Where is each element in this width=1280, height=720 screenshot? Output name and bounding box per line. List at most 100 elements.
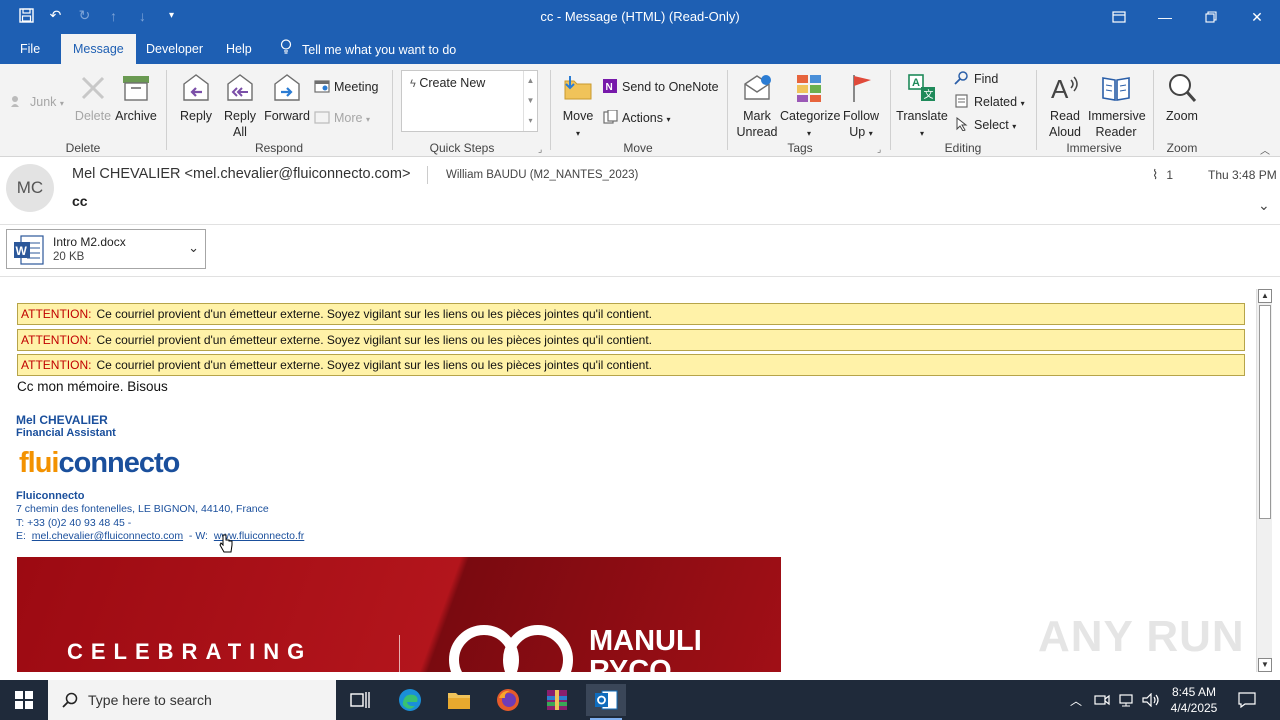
group-separator bbox=[166, 70, 167, 150]
signature-contact: E: mel.chevalier@fluiconnecto.com - W: w… bbox=[16, 530, 304, 542]
ribbon-display-options-icon[interactable] bbox=[1096, 0, 1142, 34]
svg-text:A: A bbox=[912, 77, 920, 89]
signature-company: Fluiconnecto bbox=[16, 490, 85, 502]
reply-button[interactable]: Reply bbox=[176, 72, 216, 124]
firefox-icon[interactable] bbox=[488, 684, 528, 716]
more-respond-button[interactable]: More ▾ bbox=[314, 110, 370, 128]
related-button[interactable]: Related ▾ bbox=[954, 94, 1025, 112]
quick-step-create-label: Create New bbox=[419, 76, 486, 90]
meet-now-icon[interactable] bbox=[1094, 680, 1110, 720]
sender[interactable]: Mel CHEVALIER <mel.chevalier@fluiconnect… bbox=[72, 166, 410, 182]
archive-button[interactable]: Archive bbox=[114, 72, 158, 124]
follow-up-label-2: Up bbox=[849, 125, 866, 139]
system-clock[interactable]: 8:45 AM 4/4/2025 bbox=[1168, 684, 1220, 716]
svg-text:文: 文 bbox=[924, 88, 934, 101]
expand-header-chevron-icon[interactable]: ⌄ bbox=[1258, 197, 1270, 214]
reply-label: Reply bbox=[180, 109, 212, 123]
hand-cursor-icon bbox=[219, 534, 233, 553]
zoom-button[interactable]: Zoom bbox=[1162, 72, 1202, 124]
scrollbar-thumb[interactable] bbox=[1259, 305, 1271, 519]
meeting-icon bbox=[314, 79, 330, 93]
select-button[interactable]: Select ▾ bbox=[954, 116, 1016, 135]
taskbar-search-box[interactable]: Type here to search bbox=[48, 680, 336, 720]
taskbar: Type here to search ︿ 8:45 AM 4/4/2025 bbox=[0, 680, 1280, 720]
tell-me-search[interactable]: Tell me what you want to do bbox=[280, 34, 456, 64]
scroll-up-icon[interactable]: ▲ bbox=[1258, 289, 1272, 303]
delete-label: Delete bbox=[74, 109, 112, 123]
quick-steps-launcher-icon[interactable]: ⌟ bbox=[538, 144, 542, 155]
categorize-label: Categorize bbox=[780, 109, 841, 123]
translate-icon: A文 bbox=[908, 74, 935, 101]
notifications-icon[interactable] bbox=[1238, 680, 1256, 720]
find-label: Find bbox=[974, 72, 999, 86]
follow-up-label-1: Follow bbox=[842, 109, 880, 123]
move-button[interactable]: Move ▾ bbox=[558, 72, 598, 142]
actions-button[interactable]: Actions ▾ bbox=[602, 109, 671, 128]
tags-launcher-icon[interactable]: ⌟ bbox=[877, 144, 881, 155]
logo-part-b: connecto bbox=[58, 447, 181, 479]
reply-all-label-2: All bbox=[233, 125, 247, 139]
attention-label: ATTENTION: bbox=[21, 358, 92, 372]
message-header: MC Mel CHEVALIER <mel.chevalier@fluiconn… bbox=[0, 157, 1280, 224]
windows-start-icon[interactable] bbox=[0, 680, 48, 720]
network-icon[interactable] bbox=[1118, 680, 1134, 720]
read-aloud-icon: A bbox=[1051, 74, 1078, 104]
web-prefix: - W: bbox=[188, 530, 208, 542]
show-hidden-icons-icon[interactable]: ︿ bbox=[1070, 680, 1082, 720]
lightbulb-icon bbox=[280, 34, 294, 64]
vertical-scrollbar[interactable]: ▲ ▼ bbox=[1256, 289, 1272, 672]
restore-icon[interactable] bbox=[1188, 0, 1234, 34]
close-icon[interactable]: ✕ bbox=[1234, 0, 1280, 34]
winrar-icon[interactable] bbox=[537, 684, 577, 716]
follow-up-button[interactable]: Follow Up ▾ bbox=[840, 72, 882, 142]
minimize-icon[interactable]: — bbox=[1142, 0, 1188, 34]
find-button[interactable]: Find bbox=[954, 71, 998, 87]
move-label: Move bbox=[562, 109, 594, 123]
group-separator bbox=[1036, 70, 1037, 150]
outlook-taskbar-icon[interactable] bbox=[586, 684, 626, 720]
tab-developer[interactable]: Developer bbox=[146, 34, 203, 64]
attention-label: ATTENTION: bbox=[21, 307, 92, 321]
reply-all-button[interactable]: Reply All bbox=[218, 72, 262, 140]
attachment-dropdown-chevron-icon[interactable]: ⌄ bbox=[188, 240, 199, 256]
svg-text:A: A bbox=[1051, 74, 1069, 104]
file-explorer-icon[interactable] bbox=[439, 684, 479, 716]
translate-button[interactable]: A文 Translate ▾ bbox=[896, 72, 948, 142]
read-aloud-button[interactable]: A Read Aloud bbox=[1044, 72, 1086, 140]
forward-button[interactable]: Forward bbox=[264, 72, 310, 124]
scroll-down-icon[interactable]: ▼ bbox=[1258, 658, 1272, 672]
immersive-reader-button[interactable]: Immersive Reader bbox=[1088, 72, 1146, 140]
mark-unread-button[interactable]: Mark Unread bbox=[734, 72, 780, 140]
warning-text: Ce courriel provient d'un émetteur exter… bbox=[96, 333, 652, 347]
select-label: Select bbox=[974, 118, 1009, 132]
meeting-button[interactable]: Meeting bbox=[314, 79, 378, 95]
recipient[interactable]: William BAUDU (M2_NANTES_2023) bbox=[446, 169, 638, 181]
mark-unread-label-1: Mark bbox=[743, 109, 771, 123]
task-view-icon[interactable] bbox=[340, 684, 380, 716]
tab-message[interactable]: Message bbox=[61, 34, 136, 64]
move-folder-icon bbox=[564, 76, 592, 100]
read-aloud-label-1: Read bbox=[1050, 109, 1080, 123]
quick-step-create-new[interactable]: ϟ Create New bbox=[410, 76, 485, 90]
signature-address: 7 chemin des fontenelles, LE BIGNON, 441… bbox=[16, 503, 269, 515]
more-label: More bbox=[334, 111, 363, 125]
collapse-ribbon-icon[interactable]: ︿ bbox=[1260, 142, 1270, 157]
email-link[interactable]: mel.chevalier@fluiconnecto.com bbox=[32, 530, 183, 542]
body-text: Cc mon mémoire. Bisous bbox=[17, 379, 168, 394]
forward-label: Forward bbox=[264, 109, 310, 123]
categorize-button[interactable]: Categorize ▾ bbox=[780, 72, 841, 142]
group-separator bbox=[1153, 70, 1154, 150]
logo-part-a: flui bbox=[19, 447, 59, 479]
edge-browser-icon[interactable] bbox=[390, 684, 430, 716]
volume-icon[interactable] bbox=[1142, 680, 1160, 720]
external-warning-banner: ATTENTION: Ce courriel provient d'un émet… bbox=[17, 354, 1245, 376]
attachment-tile[interactable]: W Intro M2.docx 20 KB ⌄ bbox=[6, 229, 206, 269]
tab-file[interactable]: File bbox=[20, 34, 40, 64]
meeting-label: Meeting bbox=[334, 80, 379, 94]
tab-help[interactable]: Help bbox=[226, 34, 252, 64]
group-separator bbox=[392, 70, 393, 150]
send-to-onenote-button[interactable]: N Send to OneNote bbox=[602, 79, 719, 95]
delete-button[interactable]: Delete bbox=[74, 72, 112, 124]
junk-button[interactable]: Junk ▾ bbox=[10, 94, 64, 112]
quick-steps-scroll[interactable]: ▲ ▼ ▾ bbox=[523, 71, 537, 131]
